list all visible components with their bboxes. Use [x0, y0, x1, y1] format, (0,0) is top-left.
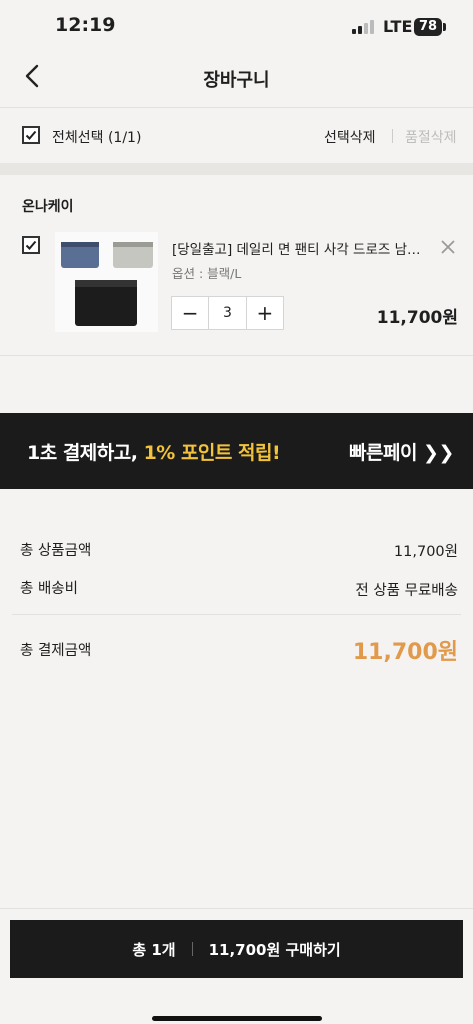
- battery-icon: 78: [414, 18, 442, 36]
- battery-tip: [443, 23, 446, 31]
- purchase-label: 11,700원 구매하기: [208, 940, 341, 959]
- product-option: 옵션 : 블랙/L: [172, 266, 242, 281]
- delete-selected-button[interactable]: 선택삭제: [324, 127, 376, 147]
- payment-total-label: 총 결제금액: [20, 643, 92, 659]
- page-title: 장바구니: [203, 70, 270, 91]
- quantity-stepper[interactable]: − 3 +: [171, 296, 284, 330]
- close-icon: [441, 240, 455, 254]
- signal-icon: [352, 20, 376, 34]
- divider: [0, 355, 473, 356]
- item-price: 11,700원: [376, 308, 458, 328]
- product-thumbnail[interactable]: [55, 232, 158, 332]
- divider: [0, 107, 473, 108]
- select-all-checkbox[interactable]: [22, 126, 40, 144]
- quantity-value: 3: [208, 297, 247, 329]
- underwear-image: [61, 242, 153, 326]
- divider: [392, 129, 393, 143]
- remove-item-button[interactable]: [440, 238, 456, 258]
- shipping-value: 전 상품 무료배송: [355, 583, 458, 599]
- home-indicator[interactable]: [152, 1016, 322, 1021]
- banner-text: 1초 결제하고, 1% 포인트 적립!: [27, 438, 281, 465]
- item-count: 총 1개: [132, 940, 176, 959]
- delete-sold-out-button[interactable]: 품절삭제: [405, 127, 457, 147]
- divider: [191, 942, 193, 956]
- product-total-value: 11,700원: [393, 544, 458, 560]
- product-total-label: 총 상품금액: [20, 543, 92, 559]
- shipping-label: 총 배송비: [20, 581, 78, 597]
- seller-name: 온나케이: [22, 199, 74, 215]
- network-type: LTE: [383, 17, 413, 36]
- check-icon: [25, 130, 37, 140]
- banner-text-prefix: 1초 결제하고,: [27, 442, 144, 464]
- check-icon: [25, 240, 37, 250]
- product-name[interactable]: [당일출고] 데일리 면 팬티 사각 드로즈 남성 속옷: [172, 238, 428, 258]
- increase-quantity-button[interactable]: +: [247, 297, 283, 329]
- fast-pay-link[interactable]: 빠른페이 ❯❯: [349, 438, 454, 465]
- item-checkbox[interactable]: [22, 236, 40, 254]
- payment-total-value: 11,700원: [352, 640, 458, 665]
- select-all-label[interactable]: 전체선택 (1/1): [52, 127, 141, 147]
- status-time: 12:19: [55, 14, 116, 36]
- banner-highlight: 1% 포인트 적립!: [143, 442, 281, 464]
- divider: [0, 908, 473, 909]
- section-divider: [0, 163, 473, 175]
- purchase-button[interactable]: 총 1개 11,700원 구매하기: [10, 920, 463, 978]
- divider: [12, 614, 461, 615]
- decrease-quantity-button[interactable]: −: [172, 297, 208, 329]
